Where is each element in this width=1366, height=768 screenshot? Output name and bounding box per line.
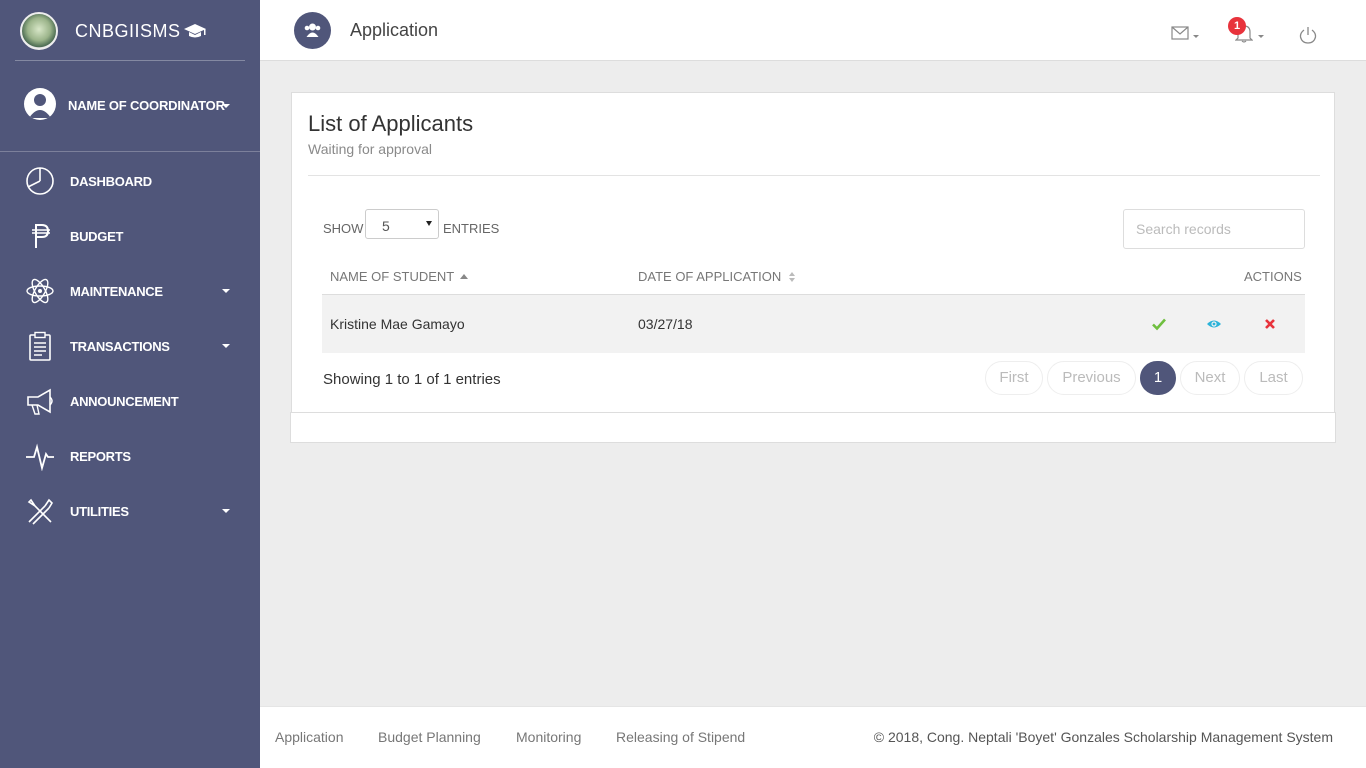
clipboard-icon	[29, 331, 51, 361]
sidebar-item-announcement[interactable]: ANNOUNCEMENT	[0, 374, 260, 429]
pulse-icon	[26, 443, 54, 471]
user-silhouette-icon	[29, 94, 51, 118]
peso-icon	[32, 224, 50, 248]
users-icon	[304, 23, 321, 37]
sort-ascending-icon	[460, 274, 469, 279]
power-icon[interactable]	[1299, 26, 1317, 44]
page-icon	[294, 12, 331, 49]
sidebar-item-label: DASHBOARD	[70, 174, 152, 189]
entries-select-value: 5	[382, 218, 390, 234]
user-avatar	[24, 88, 56, 120]
reject-close-icon[interactable]	[1262, 316, 1278, 332]
sidebar-item-label: BUDGET	[70, 229, 124, 244]
column-header-label: ACTIONS	[1244, 269, 1302, 284]
footer-link-monitoring[interactable]: Monitoring	[516, 729, 581, 745]
card-footer	[290, 412, 1336, 443]
page-footer: Application Budget Planning Monitoring R…	[260, 706, 1366, 768]
top-bar: Application 1	[260, 0, 1366, 61]
sidebar-item-label: REPORTS	[70, 449, 131, 464]
chevron-down-icon	[1258, 35, 1264, 38]
megaphone-icon	[27, 388, 53, 415]
column-header-date[interactable]: DATE OF APPLICATION	[638, 269, 797, 284]
chevron-down-icon	[222, 344, 230, 348]
table-row: Kristine Mae Gamayo 03/27/18	[322, 294, 1305, 353]
sort-icon	[789, 272, 797, 282]
sidebar-item-reports[interactable]: REPORTS	[0, 429, 260, 484]
column-header-actions: ACTIONS	[1244, 269, 1302, 284]
view-eye-icon[interactable]	[1206, 316, 1222, 332]
pagination-next-button[interactable]: Next	[1180, 361, 1240, 395]
graduation-cap-icon	[184, 24, 206, 38]
sidebar-item-label: ANNOUNCEMENT	[70, 394, 179, 409]
mail-icon[interactable]	[1171, 26, 1189, 40]
column-header-label: NAME OF STUDENT	[330, 269, 455, 284]
show-label: SHOW	[323, 221, 364, 236]
user-name: NAME OF COORDINATOR	[68, 98, 225, 113]
pagination-previous-button[interactable]: Previous	[1047, 361, 1136, 395]
chevron-down-icon	[222, 289, 230, 293]
pie-chart-icon	[26, 167, 54, 195]
approve-check-icon[interactable]	[1151, 316, 1167, 332]
pagination-page-1[interactable]: 1	[1140, 361, 1176, 395]
sidebar-item-budget[interactable]: BUDGET	[0, 209, 260, 264]
sidebar-item-maintenance[interactable]: MAINTENANCE	[0, 264, 260, 319]
brand-logo	[20, 12, 58, 50]
card-subtitle: Waiting for approval	[308, 141, 432, 157]
notification-badge: 1	[1228, 17, 1246, 35]
page-title: Application	[350, 20, 439, 40]
footer-link-releasing-of-stipend[interactable]: Releasing of Stipend	[616, 729, 745, 745]
brand-title: CNBGIISMS	[75, 21, 181, 41]
card-title: List of Applicants	[308, 111, 474, 136]
pagination-first-button[interactable]: First	[985, 361, 1043, 395]
sidebar-item-label: MAINTENANCE	[70, 284, 163, 299]
sidebar: CNBGIISMS NAME OF COORDINATOR DASHBOARD …	[0, 0, 260, 768]
user-menu[interactable]: NAME OF COORDINATOR	[0, 61, 260, 152]
entries-label: ENTRIES	[443, 221, 500, 236]
brand[interactable]: CNBGIISMS	[15, 0, 245, 61]
chevron-down-icon	[1193, 35, 1199, 38]
sidebar-item-label: UTILITIES	[70, 504, 129, 519]
footer-link-budget-planning[interactable]: Budget Planning	[378, 729, 481, 745]
chevron-down-icon	[426, 221, 432, 226]
tools-icon	[27, 498, 54, 525]
table-info: Showing 1 to 1 of 1 entries	[323, 371, 501, 388]
sidebar-item-utilities[interactable]: UTILITIES	[0, 484, 260, 539]
column-header-label: DATE OF APPLICATION	[638, 269, 782, 284]
footer-copyright: © 2018, Cong. Neptali 'Boyet' Gonzales S…	[873, 729, 1333, 745]
sidebar-item-dashboard[interactable]: DASHBOARD	[0, 154, 260, 209]
search-input[interactable]	[1123, 209, 1305, 249]
column-header-name[interactable]: NAME OF STUDENT	[330, 269, 469, 284]
chevron-down-icon	[222, 509, 230, 513]
chevron-down-icon	[222, 104, 230, 108]
application-date-cell: 03/27/18	[638, 316, 693, 332]
sidebar-item-label: TRANSACTIONS	[70, 339, 170, 354]
footer-link-application[interactable]: Application	[275, 729, 344, 745]
pagination-last-button[interactable]: Last	[1244, 361, 1303, 395]
sidebar-item-transactions[interactable]: TRANSACTIONS	[0, 319, 260, 374]
entries-select[interactable]: 5	[365, 209, 439, 239]
student-name-cell: Kristine Mae Gamayo	[330, 316, 465, 332]
divider	[308, 175, 1320, 176]
atom-icon	[26, 278, 54, 304]
applicants-card: List of Applicants Waiting for approval …	[291, 92, 1335, 412]
